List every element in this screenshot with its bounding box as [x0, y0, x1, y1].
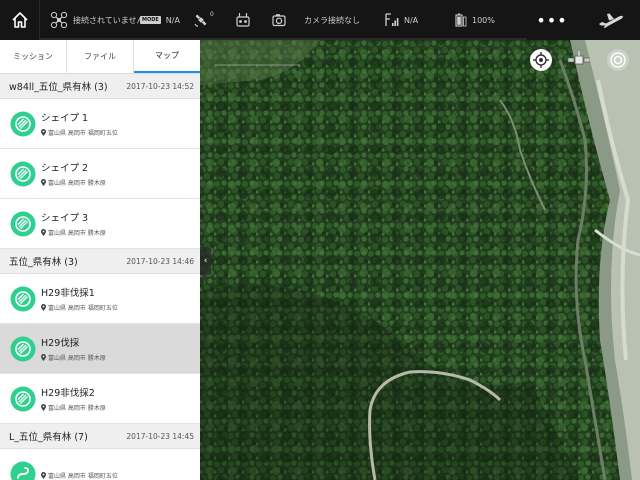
- list-item[interactable]: シェイプ 2 富山県 高岡市 勝木原: [0, 149, 200, 199]
- mission-area-icon: [10, 336, 36, 361]
- mission-location: 富山県 高岡市 勝木原: [41, 353, 106, 362]
- list-item[interactable]: シェイプ 1 富山県 高岡市 福岡町五位: [0, 99, 200, 149]
- tab-map[interactable]: マップ: [134, 40, 200, 73]
- takeoff-button[interactable]: [588, 0, 633, 40]
- location-pin-icon: [41, 472, 46, 479]
- group-date: 2017-10-23 14:52: [126, 81, 194, 91]
- list-item-selected[interactable]: H29伐採 富山県 高岡市 勝木原: [0, 324, 200, 374]
- mission-location: 富山県 高岡市 福岡町五位: [41, 471, 118, 480]
- chevron-left-icon: ‹: [203, 256, 208, 266]
- location-pin-icon: [41, 229, 46, 236]
- tab-file[interactable]: ファイル: [67, 40, 134, 73]
- mission-location: 富山県 高岡市 勝木原: [41, 403, 106, 412]
- map-imagery: [200, 40, 640, 480]
- mission-name: H29伐採: [41, 338, 80, 349]
- battery-status[interactable]: 100%: [455, 0, 495, 40]
- location-pin-icon: [41, 354, 46, 361]
- locate-button[interactable]: [530, 49, 552, 71]
- location-pin-icon: [41, 304, 46, 311]
- mission-panel: ミッション ファイル マップ w84ll_五位_県有林 (3) 2017-10-…: [0, 40, 200, 480]
- panel-collapse-handle[interactable]: ‹: [200, 247, 211, 275]
- satellite-map[interactable]: [200, 40, 640, 480]
- mode-badge: MODE: [140, 16, 161, 24]
- remote-controller-status[interactable]: [236, 0, 250, 40]
- mode-value: N/A: [165, 15, 180, 25]
- group-title: w84ll_五位_県有林 (3): [9, 82, 108, 93]
- location-pin-icon: [41, 129, 46, 136]
- signal-strength-icon: [385, 13, 399, 26]
- mission-location: 富山県 高岡市 勝木原: [41, 228, 106, 237]
- camera-icon: [272, 14, 286, 27]
- more-button[interactable]: •••: [527, 0, 577, 40]
- drone-icon: [50, 11, 68, 29]
- flight-mode[interactable]: MODE N/A: [140, 0, 180, 40]
- group-date: 2017-10-23 14:45: [126, 431, 194, 441]
- tab-mission[interactable]: ミッション: [0, 40, 67, 73]
- satellite-gps-icon: [194, 14, 207, 27]
- mission-area-icon: [10, 211, 36, 236]
- gps-status[interactable]: 0: [193, 0, 214, 40]
- mission-area-icon: [10, 161, 36, 186]
- location-pin-icon: [41, 404, 46, 411]
- mission-location: 富山県 高岡市 福岡町五位: [41, 128, 118, 137]
- signal-value: N/A: [404, 15, 419, 25]
- list-item[interactable]: H29非伐採1 富山県 高岡市 福岡町五位: [0, 274, 200, 324]
- camera-status[interactable]: カメラ接続なし: [272, 0, 360, 40]
- group-header[interactable]: w84ll_五位_県有林 (3) 2017-10-23 14:52: [0, 74, 200, 99]
- group-header[interactable]: 五位_県有林 (3) 2017-10-23 14:46: [0, 249, 200, 274]
- list-item[interactable]: H29非伐採2 富山県 高岡市 勝木原: [0, 374, 200, 424]
- compass-icon: [610, 52, 626, 68]
- mission-area-icon: [10, 111, 36, 136]
- compass-button[interactable]: [607, 49, 629, 71]
- connection-status-label: 接続されていません: [73, 15, 145, 25]
- location-pin-icon: [41, 179, 46, 186]
- mission-name: シェイプ 3: [41, 213, 89, 224]
- top-status-bar: 接続されていません MODE N/A 0 カメラ接続なし N/A 100% ••…: [0, 0, 640, 40]
- battery-value: 100%: [472, 15, 495, 25]
- group-header[interactable]: L_五位_県有林 (7) 2017-10-23 14:45: [0, 424, 200, 449]
- mission-name: H29非伐採2: [41, 388, 95, 399]
- takeoff-plane-icon: [598, 13, 623, 28]
- camera-status-label: カメラ接続なし: [304, 15, 360, 25]
- home-icon: [11, 12, 28, 28]
- list-item[interactable]: シェイプ 3 富山県 高岡市 勝木原: [0, 199, 200, 249]
- home-button[interactable]: [0, 0, 40, 40]
- mission-location: 富山県 高岡市 勝木原: [41, 178, 106, 187]
- gps-count: 0: [210, 10, 214, 18]
- satellite-map-button[interactable]: [568, 49, 590, 71]
- panel-tabs: ミッション ファイル マップ: [0, 40, 200, 74]
- mission-name: シェイプ 2: [41, 163, 89, 174]
- group-date: 2017-10-23 14:46: [126, 256, 194, 266]
- battery-icon: [455, 13, 467, 27]
- list-item[interactable]: 富山県 高岡市 福岡町五位: [0, 449, 200, 480]
- satellite-map-icon: [568, 51, 590, 65]
- mission-name: シェイプ 1: [41, 113, 89, 124]
- signal-status[interactable]: N/A: [385, 0, 418, 40]
- group-title: 五位_県有林 (3): [9, 257, 78, 268]
- mission-path-icon: [10, 461, 36, 480]
- connection-status[interactable]: 接続されていません: [50, 0, 145, 40]
- mission-name: H29非伐採1: [41, 288, 95, 299]
- mission-area-icon: [10, 286, 36, 311]
- group-title: L_五位_県有林 (7): [9, 432, 88, 443]
- mission-area-icon: [10, 386, 36, 411]
- more-icon: •••: [536, 10, 568, 30]
- mission-location: 富山県 高岡市 福岡町五位: [41, 303, 118, 312]
- locate-icon: [533, 52, 549, 68]
- remote-controller-icon: [236, 13, 250, 27]
